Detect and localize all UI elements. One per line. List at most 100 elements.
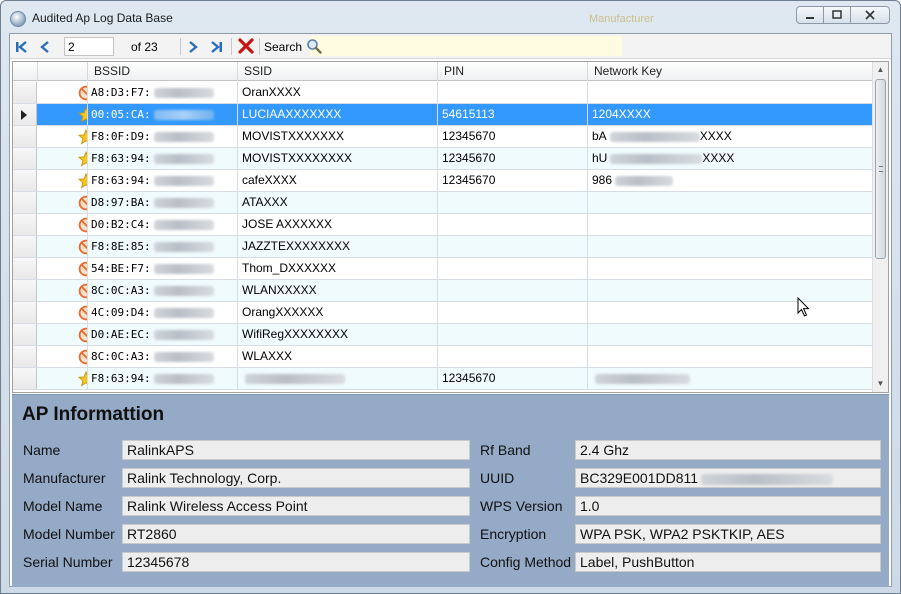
status-cell xyxy=(38,368,88,389)
serial-number-field[interactable]: 12345678 xyxy=(122,552,470,572)
scroll-down-icon[interactable]: ▼ xyxy=(873,376,888,392)
table-row[interactable]: 4C:09:D4: OrangXXXXXX xyxy=(13,302,873,324)
table-row[interactable]: 54:BE:F7: Thom_DXXXXXX xyxy=(13,258,873,280)
star-icon xyxy=(78,371,87,387)
redacted-text xyxy=(609,131,700,142)
ssid-cell: MOVISTXXXXXXX xyxy=(238,126,438,147)
ap-data-grid[interactable]: BSSID SSID PIN Network Key A8:D3:F7: Oran… xyxy=(12,61,889,393)
bssid-value: F8:63:94: xyxy=(91,152,151,165)
toolbar-separator xyxy=(180,38,181,55)
row-header[interactable] xyxy=(13,280,37,301)
column-header-bssid[interactable]: BSSID xyxy=(88,62,238,81)
search-icon[interactable] xyxy=(306,38,322,54)
table-row[interactable]: 8C:0C:A3: WLAXXX xyxy=(13,346,873,368)
name-field[interactable]: RalinkAPS xyxy=(122,440,470,460)
page-number-input[interactable] xyxy=(64,37,114,56)
delete-button[interactable] xyxy=(237,38,255,56)
minimize-icon xyxy=(806,17,814,19)
row-header[interactable] xyxy=(13,258,37,279)
row-header[interactable] xyxy=(13,148,37,169)
network-key-cell xyxy=(588,302,873,323)
row-header[interactable] xyxy=(13,302,37,323)
row-header[interactable] xyxy=(13,214,37,235)
vertical-scrollbar[interactable]: ▲ ▼ xyxy=(872,62,888,392)
table-row[interactable]: 8C:0C:A3: WLANXXXXX xyxy=(13,280,873,302)
network-key-value: XXXX xyxy=(699,129,732,143)
ssid-value: OrangXXXXXX xyxy=(242,305,324,319)
table-row[interactable]: F8:8E:85: JAZZTEXXXXXXXX xyxy=(13,236,873,258)
first-page-button[interactable] xyxy=(14,39,30,55)
maximize-icon xyxy=(832,10,842,19)
column-header-ssid[interactable]: SSID xyxy=(238,62,438,81)
last-page-button[interactable] xyxy=(208,39,224,55)
rf-band-field[interactable]: 2.4 Ghz xyxy=(575,440,881,460)
wps-version-field[interactable]: 1.0 xyxy=(575,496,881,516)
network-key-value: XXXX xyxy=(702,151,735,165)
close-button[interactable] xyxy=(850,6,890,24)
bssid-value: F8:8E:85: xyxy=(91,240,151,253)
bssid-cell: A8:D3:F7: xyxy=(88,82,238,103)
uuid-field[interactable]: BC329E001DD811 xyxy=(575,468,881,488)
table-row[interactable]: D8:97:BA: ATAXXX xyxy=(13,192,873,214)
row-header[interactable] xyxy=(13,170,37,191)
status-column-header xyxy=(38,62,88,81)
column-header-network-key[interactable]: Network Key xyxy=(588,62,873,81)
pin-cell xyxy=(438,192,588,213)
app-icon xyxy=(10,11,26,27)
redacted-text xyxy=(153,88,214,98)
row-header[interactable] xyxy=(13,192,37,213)
redacted-text xyxy=(153,198,214,208)
maximize-button[interactable] xyxy=(823,6,851,24)
network-key-cell xyxy=(588,258,873,279)
minimize-button[interactable] xyxy=(796,6,824,24)
next-page-button[interactable] xyxy=(185,39,201,55)
column-header-pin[interactable]: PIN xyxy=(438,62,588,81)
row-header[interactable] xyxy=(13,324,37,345)
config-method-field[interactable]: Label, PushButton xyxy=(575,552,881,572)
pin-cell: 12345670 xyxy=(438,170,588,191)
table-row[interactable]: D0:B2:C4: JOSE AXXXXXX xyxy=(13,214,873,236)
model-name-field[interactable]: Ralink Wireless Access Point xyxy=(122,496,470,516)
scroll-thumb[interactable] xyxy=(875,79,886,259)
blocked-icon xyxy=(78,305,87,321)
row-header[interactable] xyxy=(13,346,37,367)
previous-page-button[interactable] xyxy=(37,39,53,55)
redacted-text xyxy=(615,175,674,186)
panel-title: AP Informattion xyxy=(22,404,165,425)
model-name-label: Model Name xyxy=(23,498,103,514)
table-row[interactable]: 00:05:CA: LUCIAAXXXXXXX 54615113 1204XXXX xyxy=(13,104,873,126)
name-label: Name xyxy=(23,442,61,458)
window-title: Audited Ap Log Data Base xyxy=(32,11,173,25)
previous-page-icon xyxy=(40,41,49,53)
manufacturer-field[interactable]: Ralink Technology, Corp. xyxy=(122,468,470,488)
status-cell xyxy=(38,192,88,213)
bssid-value: 8C:0C:A3: xyxy=(91,284,151,297)
row-header[interactable] xyxy=(13,126,37,147)
model-number-field[interactable]: RT2860 xyxy=(122,524,470,544)
encryption-field[interactable]: WPA PSK, WPA2 PSKTKIP, AES xyxy=(575,524,881,544)
ssid-value: WLAXXX xyxy=(242,349,293,363)
last-page-icon xyxy=(211,41,222,53)
pin-cell xyxy=(438,346,588,367)
bssid-value: 4C:09:D4: xyxy=(91,306,151,319)
bssid-cell: 8C:0C:A3: xyxy=(88,280,238,301)
row-header[interactable] xyxy=(13,82,37,103)
table-row[interactable]: F8:0F:D9: MOVISTXXXXXXX 12345670 bA XXXX xyxy=(13,126,873,148)
table-row[interactable]: F8:63:94: cafeXXXX 12345670 986 xyxy=(13,170,873,192)
bssid-value: 54:BE:F7: xyxy=(91,262,151,275)
ssid-value: MOVISTXXXXXXXX xyxy=(242,151,353,165)
title-bar[interactable]: Audited Ap Log Data Base Manufacturer xyxy=(1,1,900,33)
row-header[interactable] xyxy=(13,236,37,257)
status-cell xyxy=(38,170,88,191)
row-header[interactable] xyxy=(13,368,37,389)
status-cell xyxy=(38,346,88,367)
scroll-up-icon[interactable]: ▲ xyxy=(873,62,888,78)
table-row[interactable]: D0:AE:EC: WifiRegXXXXXXXX xyxy=(13,324,873,346)
row-header[interactable] xyxy=(13,104,37,125)
search-label[interactable]: Search xyxy=(264,40,302,54)
table-row[interactable]: F8:63:94: MOVISTXXXXXXXX 12345670 hU XXXX xyxy=(13,148,873,170)
table-row[interactable]: A8:D3:F7: OranXXXX xyxy=(13,82,873,104)
redacted-text xyxy=(153,110,214,120)
redacted-text xyxy=(153,132,214,142)
table-row[interactable]: F8:63:94: 12345670 xyxy=(13,368,873,390)
